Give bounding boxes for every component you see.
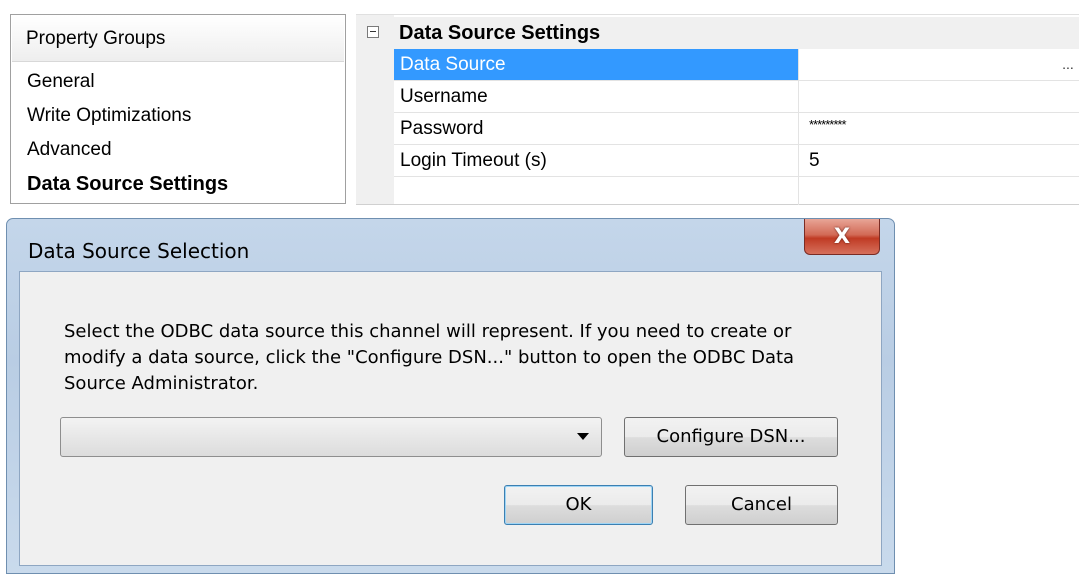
property-groups-header: Property Groups	[12, 16, 344, 62]
property-row-username[interactable]: Username	[394, 81, 1079, 113]
close-icon: X	[833, 224, 851, 248]
close-button[interactable]: X	[804, 219, 880, 255]
property-group-write-optimizations[interactable]: Write Optimizations	[27, 99, 341, 133]
property-name[interactable]: Data Source	[394, 49, 799, 80]
dialog-client-area: Select the ODBC data source this channel…	[19, 271, 882, 566]
property-row-login-timeout[interactable]: Login Timeout (s) 5	[394, 145, 1079, 177]
property-value[interactable]: *********	[799, 113, 1079, 144]
property-value[interactable]	[799, 81, 1079, 112]
browse-button[interactable]: ...	[1057, 51, 1079, 77]
property-grid: Data Source Settings Data Source ... Use…	[356, 14, 1079, 205]
property-group-general[interactable]: General	[27, 65, 341, 99]
dialog-message: Select the ODBC data source this channel…	[64, 321, 795, 394]
property-groups-list: General Write Optimizations Advanced Dat…	[27, 65, 341, 201]
property-row-data-source[interactable]: Data Source ...	[394, 49, 1079, 81]
data-source-selection-dialog: Data Source Selection X Select the ODBC …	[6, 218, 895, 574]
category-title: Data Source Settings	[399, 22, 601, 44]
collapse-icon[interactable]	[367, 26, 379, 38]
property-row-empty	[394, 177, 1079, 209]
property-row-password[interactable]: Password *********	[394, 113, 1079, 145]
property-value[interactable]: 5	[799, 145, 1079, 176]
data-source-dropdown[interactable]	[60, 417, 602, 457]
ok-button[interactable]: OK	[504, 485, 653, 525]
chevron-down-icon[interactable]	[577, 433, 589, 440]
cancel-button[interactable]: Cancel	[685, 485, 838, 525]
property-group-advanced[interactable]: Advanced	[27, 133, 341, 167]
property-name[interactable]: Login Timeout (s)	[394, 145, 799, 176]
configure-dsn-button[interactable]: Configure DSN...	[624, 417, 838, 457]
property-group-data-source-settings[interactable]: Data Source Settings	[27, 167, 341, 201]
category-row: Data Source Settings	[356, 17, 1079, 49]
property-name-empty	[394, 177, 799, 205]
property-groups-panel: Property Groups General Write Optimizati…	[10, 14, 346, 204]
property-name[interactable]: Username	[394, 81, 799, 112]
property-value[interactable]	[799, 49, 1079, 80]
property-name[interactable]: Password	[394, 113, 799, 144]
dialog-title: Data Source Selection	[28, 239, 250, 263]
